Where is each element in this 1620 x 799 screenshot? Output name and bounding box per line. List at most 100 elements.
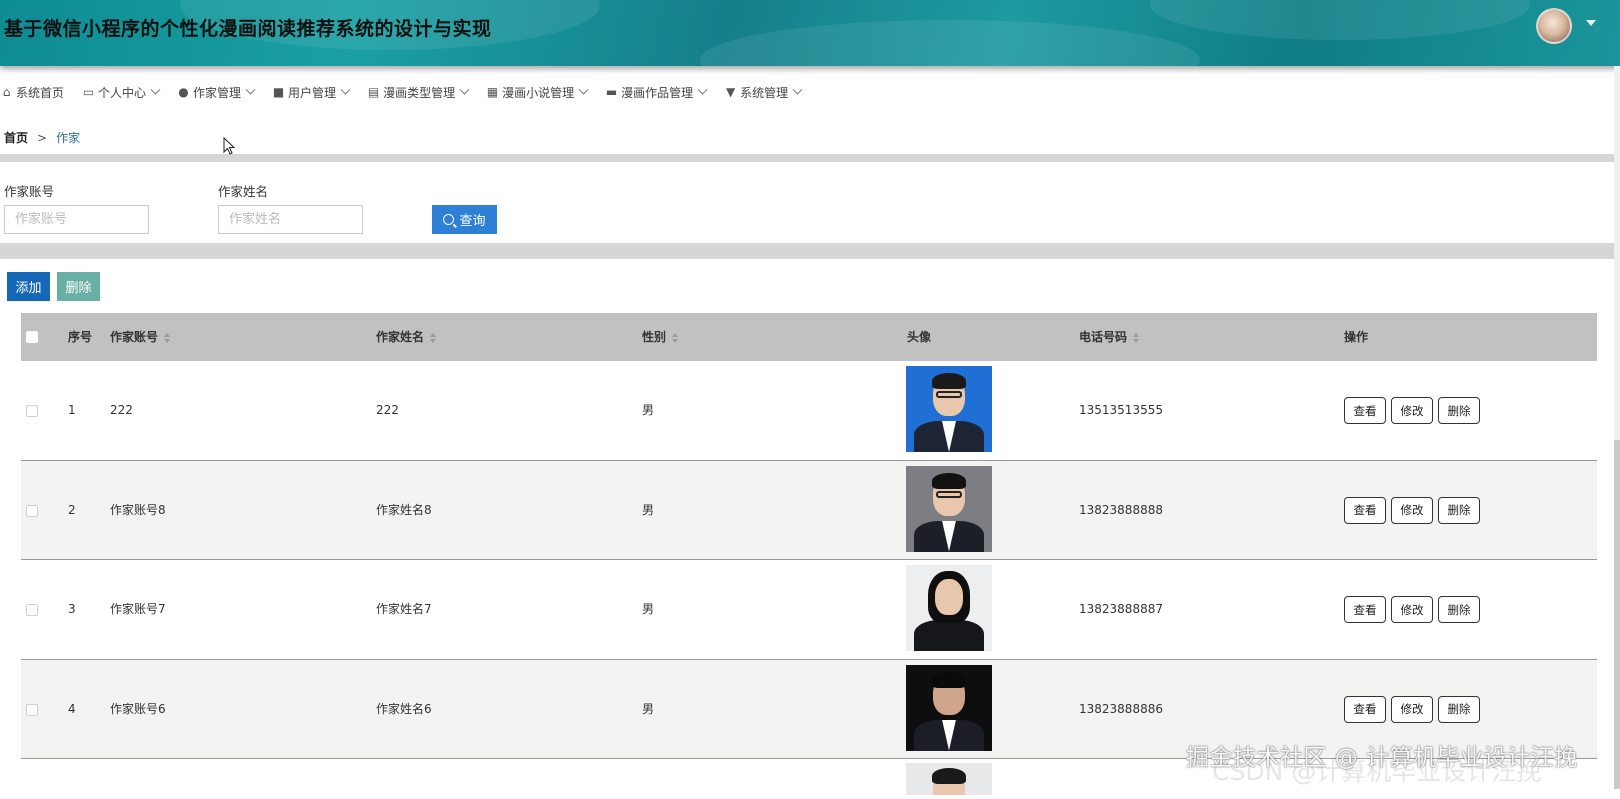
column-header-label: 作家姓名 bbox=[376, 330, 425, 344]
row-gender: 男 bbox=[642, 403, 655, 417]
nav-item-label: 系统管理 bbox=[740, 85, 789, 100]
column-header-gender[interactable]: 性别 bbox=[642, 313, 679, 361]
avatar-photo bbox=[906, 565, 992, 651]
row-phone: 13823888886 bbox=[1079, 701, 1163, 716]
row-account: 作家账号8 bbox=[110, 502, 166, 517]
view-button[interactable]: 查看 bbox=[1344, 496, 1386, 524]
column-header-account[interactable]: 作家账号 bbox=[110, 313, 171, 361]
column-header-label: 电话号码 bbox=[1079, 330, 1128, 344]
row-name: 作家姓名6 bbox=[376, 701, 432, 716]
row-actions: 查看 修改 删除 bbox=[1344, 496, 1485, 524]
row-name: 作家姓名7 bbox=[376, 602, 432, 616]
breadcrumb-current: 作家 bbox=[56, 131, 81, 145]
delete-button[interactable]: 删除 bbox=[1438, 695, 1480, 723]
search-icon bbox=[443, 214, 455, 225]
row-gender: 男 bbox=[642, 502, 655, 517]
divider bbox=[0, 154, 1620, 162]
delete-button[interactable]: 删除 bbox=[1438, 596, 1480, 623]
view-button[interactable]: 查看 bbox=[1344, 596, 1386, 623]
edit-button[interactable]: 修改 bbox=[1391, 397, 1433, 424]
nav-item-label: 用户管理 bbox=[288, 85, 337, 100]
chevron-down-icon bbox=[578, 84, 589, 95]
scrollbar-thumb[interactable] bbox=[1614, 440, 1620, 789]
row-checkbox[interactable] bbox=[26, 604, 38, 616]
column-header-avatar: 头像 bbox=[907, 330, 932, 344]
add-button[interactable]: 添加 bbox=[7, 272, 50, 301]
delete-button[interactable]: 删除 bbox=[1438, 397, 1480, 424]
chevron-down-icon bbox=[792, 84, 803, 95]
caret-down-icon[interactable] bbox=[1586, 20, 1596, 26]
nav-item-system[interactable]: ▼ 系统管理 bbox=[724, 84, 803, 101]
row-actions: 查看 修改 删除 bbox=[1344, 397, 1485, 424]
sort-icon[interactable] bbox=[672, 332, 679, 343]
query-button-label: 查询 bbox=[459, 213, 486, 228]
watermark-juejin: 掘金技术社区 @ 计算机毕业设计汪挽 bbox=[1186, 745, 1578, 771]
sort-icon[interactable] bbox=[430, 332, 437, 343]
batch-delete-button[interactable]: 删除 bbox=[57, 272, 100, 301]
nav-item-users[interactable]: ■ 用户管理 bbox=[272, 84, 351, 101]
nav-item-personal[interactable]: ▭ 个人中心 bbox=[82, 84, 161, 101]
row-phone: 13513513555 bbox=[1079, 403, 1163, 417]
name-search-input[interactable] bbox=[218, 205, 363, 234]
row-actions: 查看 修改 删除 bbox=[1344, 596, 1485, 623]
chevron-down-icon bbox=[459, 84, 470, 95]
edit-button[interactable]: 修改 bbox=[1391, 695, 1433, 723]
row-name: 作家姓名8 bbox=[376, 502, 432, 517]
edit-button[interactable]: 修改 bbox=[1391, 596, 1433, 623]
name-label: 作家姓名 bbox=[218, 184, 269, 199]
row-index: 1 bbox=[68, 403, 76, 417]
nav-item-comic-novels[interactable]: ▦ 漫画小说管理 bbox=[486, 84, 589, 101]
sort-icon[interactable] bbox=[1133, 332, 1140, 343]
sort-icon[interactable] bbox=[164, 332, 171, 343]
table-row: 1 222 222 男 13513513555 查看 修改 删除 bbox=[21, 361, 1597, 461]
select-all-checkbox[interactable] bbox=[26, 331, 38, 343]
query-button[interactable]: 查询 bbox=[432, 205, 497, 234]
nav-item-comic-types[interactable]: ▤ 漫画类型管理 bbox=[367, 84, 470, 101]
row-checkbox[interactable] bbox=[26, 405, 38, 417]
breadcrumb-separator: > bbox=[37, 131, 48, 145]
mouse-cursor-icon bbox=[223, 137, 235, 155]
account-search-input[interactable] bbox=[4, 205, 149, 234]
edit-button[interactable]: 修改 bbox=[1391, 496, 1433, 524]
table-row: 2 作家账号8 作家姓名8 男 13823888888 查看 修改 删除 bbox=[21, 460, 1597, 560]
user-avatar[interactable] bbox=[1536, 8, 1572, 44]
row-index: 4 bbox=[68, 701, 76, 716]
row-index: 2 bbox=[68, 502, 76, 517]
nav-item-label: 个人中心 bbox=[98, 85, 147, 100]
chevron-down-icon bbox=[150, 84, 161, 95]
nav-item-writers[interactable]: ● 作家管理 bbox=[177, 84, 256, 101]
home-icon: ⌂ bbox=[2, 84, 11, 99]
flag-icon: ▼ bbox=[725, 84, 736, 99]
row-phone: 13823888887 bbox=[1079, 602, 1163, 616]
row-account: 作家账号6 bbox=[110, 701, 166, 716]
briefcase-icon: ■ bbox=[272, 84, 285, 99]
column-header-phone[interactable]: 电话号码 bbox=[1079, 313, 1140, 361]
row-checkbox[interactable] bbox=[26, 504, 38, 517]
row-name: 222 bbox=[376, 403, 399, 417]
chevron-down-icon bbox=[340, 84, 351, 95]
row-actions: 查看 修改 删除 bbox=[1344, 695, 1485, 723]
table-row: 3 作家账号7 作家姓名7 男 13823888887 查看 修改 删除 bbox=[21, 560, 1597, 660]
chevron-down-icon bbox=[245, 84, 256, 95]
app-header: 基于微信小程序的个性化漫画阅读推荐系统的设计与实现 bbox=[0, 0, 1620, 66]
view-button[interactable]: 查看 bbox=[1344, 397, 1386, 424]
delete-button[interactable]: 删除 bbox=[1438, 496, 1480, 524]
nav-item-label: 系统首页 bbox=[16, 85, 65, 100]
column-header-actions: 操作 bbox=[1344, 330, 1369, 344]
row-gender: 男 bbox=[642, 602, 655, 616]
nav-item-home[interactable]: ⌂ 系统首页 bbox=[0, 84, 64, 101]
column-header-label: 作家账号 bbox=[110, 330, 159, 344]
row-checkbox[interactable] bbox=[26, 703, 38, 716]
row-phone: 13823888888 bbox=[1079, 502, 1163, 517]
row-index: 3 bbox=[68, 602, 76, 616]
app-title: 基于微信小程序的个性化漫画阅读推荐系统的设计与实现 bbox=[4, 18, 492, 40]
divider bbox=[0, 243, 1620, 259]
column-header-name[interactable]: 作家姓名 bbox=[376, 313, 437, 361]
grid-icon: ▦ bbox=[486, 84, 499, 99]
nav-item-comic-works[interactable]: ▬ 漫画作品管理 bbox=[605, 84, 708, 101]
column-header-index: 序号 bbox=[68, 330, 93, 344]
row-account: 222 bbox=[110, 403, 133, 417]
view-button[interactable]: 查看 bbox=[1344, 695, 1386, 723]
nav-item-label: 漫画小说管理 bbox=[502, 85, 575, 100]
breadcrumb-home[interactable]: 首页 bbox=[4, 131, 28, 145]
